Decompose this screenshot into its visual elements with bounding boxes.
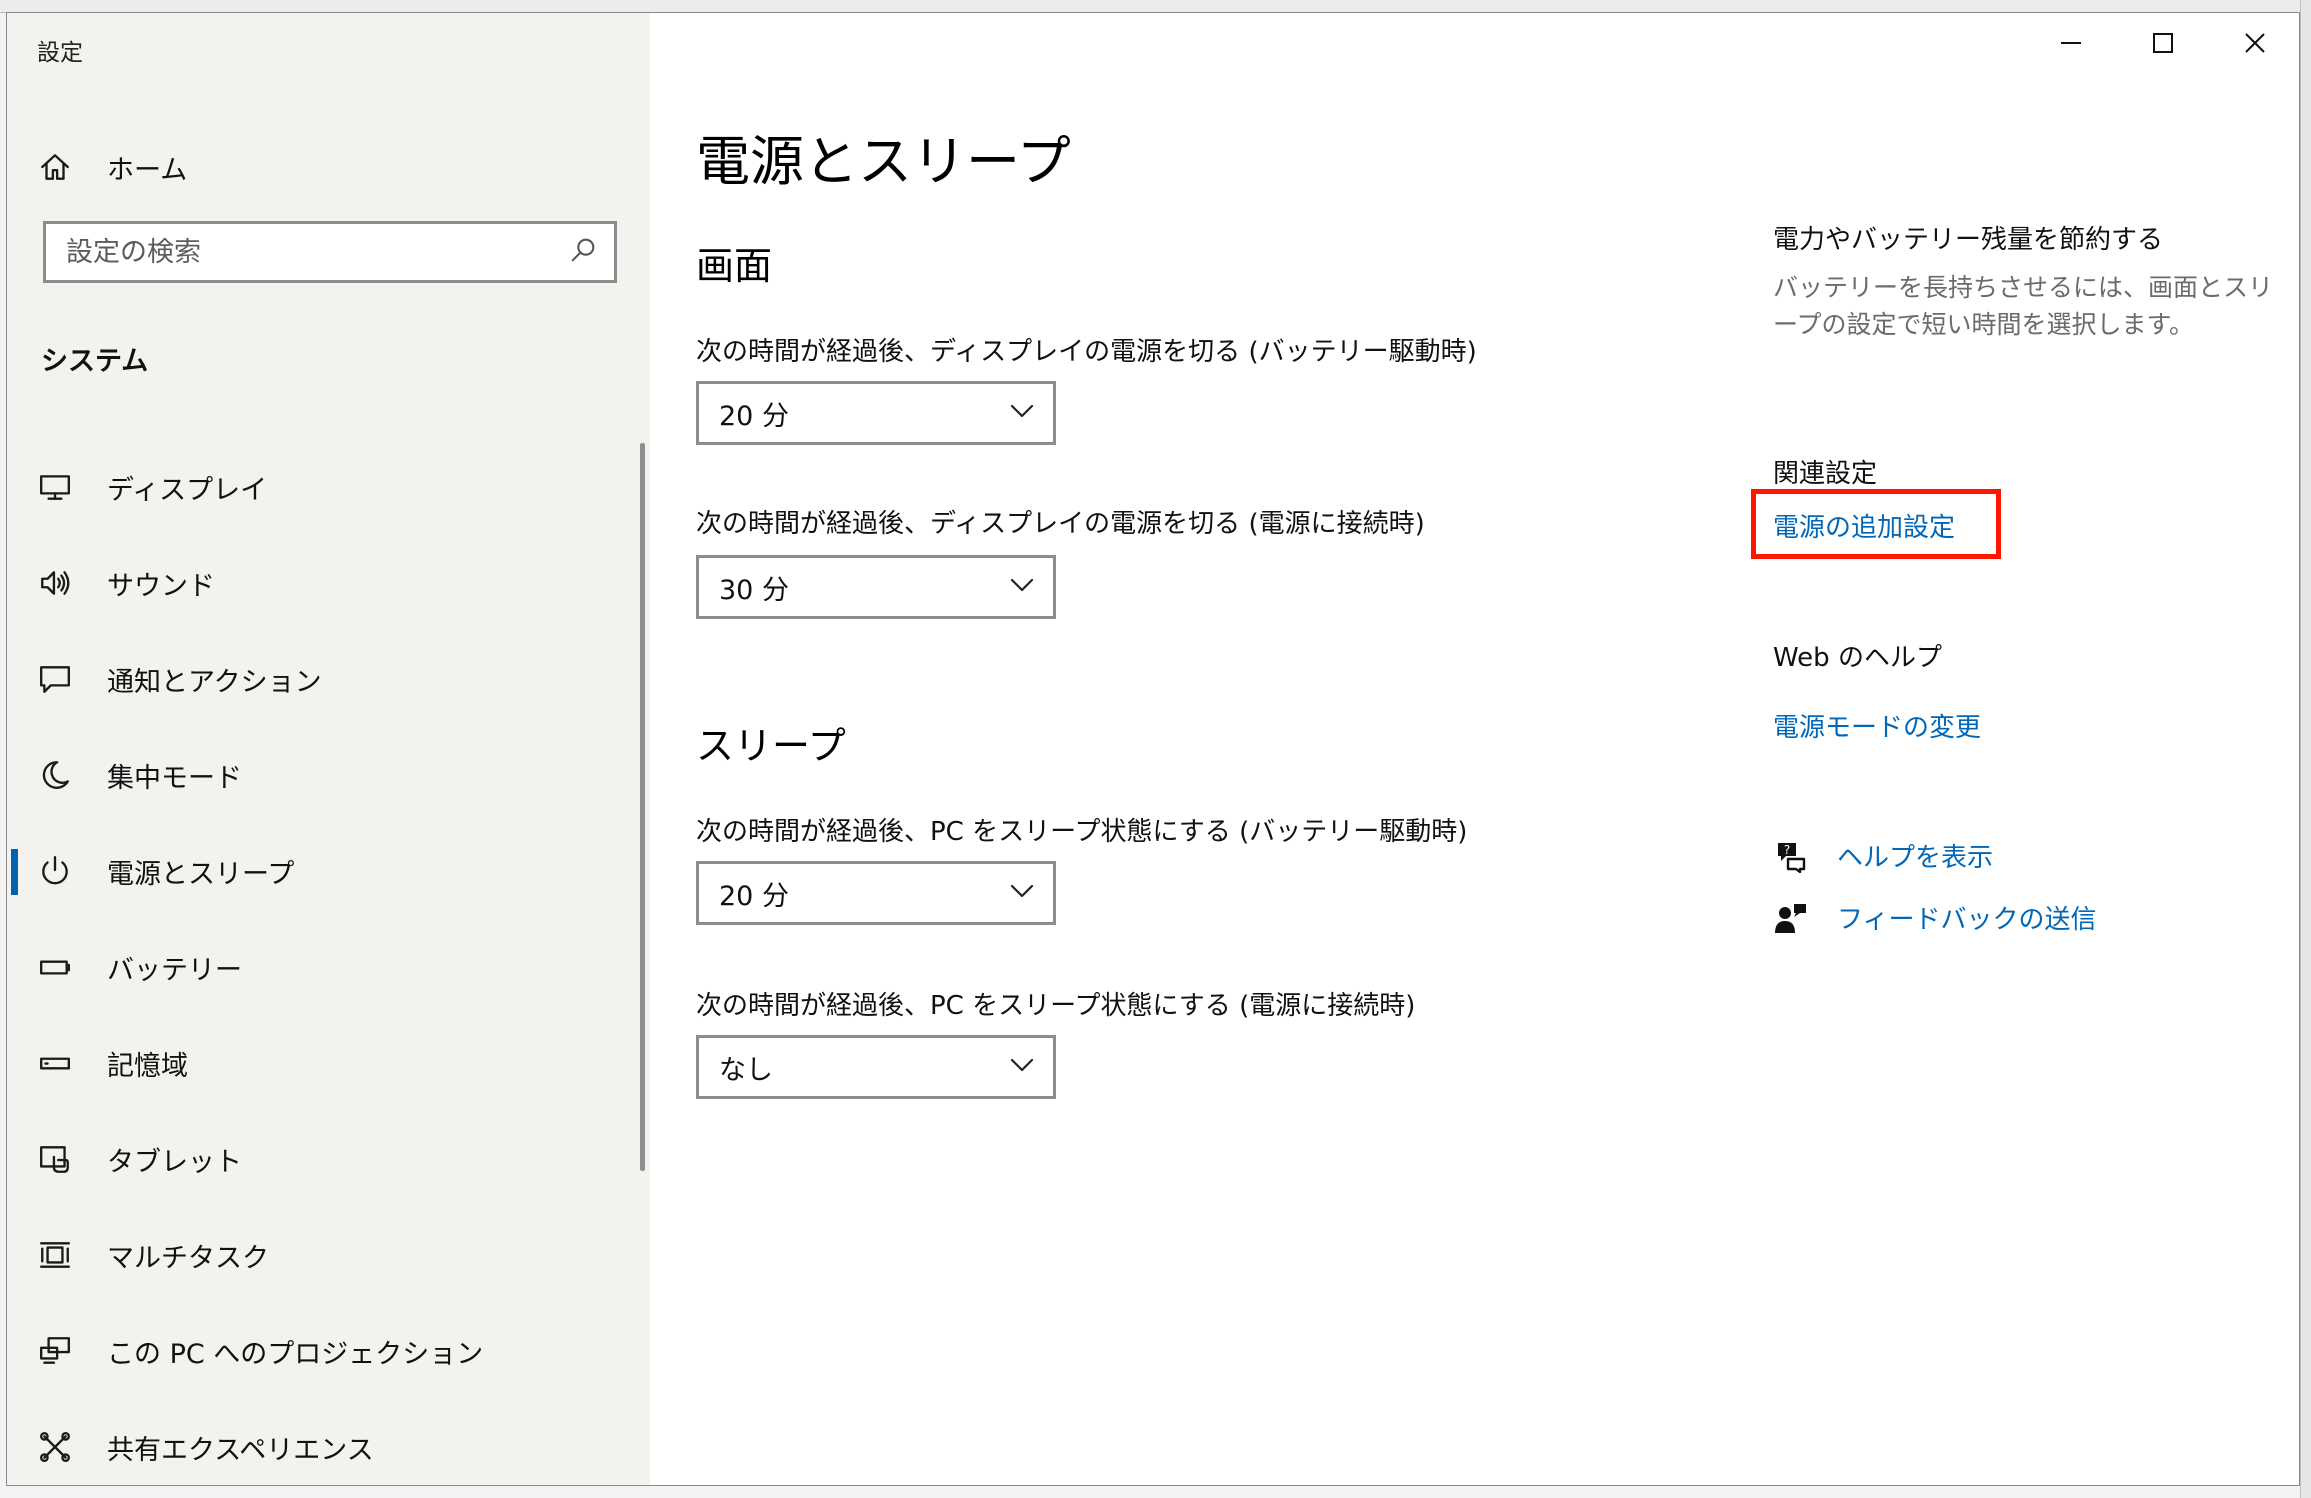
svg-text:?: ? bbox=[1784, 843, 1790, 857]
sidebar-item-label: ホーム bbox=[107, 154, 188, 186]
sidebar-item-storage[interactable]: 記憶域 bbox=[37, 1015, 607, 1111]
dropdown-value: 20 分 bbox=[719, 880, 789, 912]
maximize-button[interactable] bbox=[2117, 13, 2209, 77]
screen-section-title: 画面 bbox=[696, 244, 773, 288]
send-feedback-link[interactable]: フィードバックの送信 bbox=[1837, 899, 2096, 936]
display-icon bbox=[37, 469, 73, 505]
window-controls bbox=[2025, 13, 2299, 77]
speaker-icon bbox=[37, 565, 73, 601]
background-window-edge bbox=[2300, 0, 2311, 1498]
close-button[interactable] bbox=[2209, 13, 2299, 77]
sidebar-item-notifications[interactable]: 通知とアクション bbox=[37, 631, 607, 727]
chevron-down-icon bbox=[1009, 572, 1035, 602]
sleep-section-title: スリープ bbox=[696, 724, 846, 768]
minimize-button[interactable] bbox=[2025, 13, 2117, 77]
sidebar-item-label: この PC へのプロジェクション bbox=[107, 1338, 484, 1370]
sidebar-item-label: 電源とスリープ bbox=[107, 858, 295, 890]
chevron-down-icon bbox=[1009, 398, 1035, 428]
multitask-icon bbox=[37, 1237, 73, 1273]
sidebar-item-power-sleep[interactable]: 電源とスリープ bbox=[11, 823, 607, 919]
screen-battery-label: 次の時間が経過後、ディスプレイの電源を切る (バッテリー駆動時) bbox=[696, 337, 1477, 367]
dropdown-value: 30 分 bbox=[719, 574, 789, 606]
sleep-battery-dropdown[interactable]: 20 分 bbox=[696, 861, 1056, 925]
search-icon[interactable] bbox=[568, 235, 598, 269]
storage-icon bbox=[37, 1045, 73, 1081]
sidebar-scrollbar[interactable] bbox=[640, 443, 645, 1171]
save-power-description: バッテリーを長持ちさせるには、画面とスリープの設定で短い時間を選択します。 bbox=[1773, 273, 2274, 339]
close-icon bbox=[2242, 30, 2268, 60]
dropdown-value: なし bbox=[719, 1054, 773, 1086]
sidebar-item-multitasking[interactable]: マルチタスク bbox=[37, 1207, 607, 1303]
projection-icon bbox=[37, 1333, 73, 1369]
home-icon bbox=[37, 149, 73, 185]
sidebar-item-label: サウンド bbox=[107, 570, 215, 602]
dropdown-value: 20 分 bbox=[719, 400, 789, 432]
moon-icon bbox=[37, 757, 73, 793]
web-help-heading: Web のヘルプ bbox=[1773, 643, 1942, 673]
tablet-icon bbox=[37, 1141, 73, 1177]
chevron-down-icon bbox=[1009, 1052, 1035, 1082]
app-title: 設定 bbox=[37, 40, 83, 66]
highlight-annotation-box bbox=[1751, 489, 2001, 559]
sidebar-item-label: 通知とアクション bbox=[107, 666, 322, 698]
related-settings-heading: 関連設定 bbox=[1773, 459, 1878, 489]
sidebar-item-projection[interactable]: この PC へのプロジェクション bbox=[37, 1303, 607, 1399]
notification-icon bbox=[37, 661, 73, 697]
chevron-down-icon bbox=[1009, 878, 1035, 908]
sidebar-item-label: 記憶域 bbox=[107, 1050, 188, 1082]
sidebar-item-home[interactable]: ホーム bbox=[37, 139, 597, 195]
maximize-icon bbox=[2150, 30, 2176, 60]
sleep-plugged-label: 次の時間が経過後、PC をスリープ状態にする (電源に接続時) bbox=[696, 991, 1416, 1021]
sidebar-nav-list: ディスプレイ サウンド 通知とアクション 集中モード 電源とスリープ バッテリー… bbox=[11, 439, 607, 1485]
sidebar-item-label: 集中モード bbox=[107, 762, 242, 794]
sidebar-item-focus[interactable]: 集中モード bbox=[37, 727, 607, 823]
sidebar-item-label: ディスプレイ bbox=[107, 474, 268, 506]
sidebar-section-label: システム bbox=[41, 346, 149, 377]
sleep-battery-label: 次の時間が経過後、PC をスリープ状態にする (バッテリー駆動時) bbox=[696, 817, 1468, 847]
help-chat-icon: ? bbox=[1773, 838, 1809, 874]
sidebar-item-label: バッテリー bbox=[107, 954, 242, 986]
feedback-person-icon bbox=[1773, 900, 1809, 936]
screen-plugged-dropdown[interactable]: 30 分 bbox=[696, 555, 1056, 619]
send-feedback-row[interactable]: フィードバックの送信 bbox=[1773, 899, 2096, 936]
get-help-link[interactable]: ヘルプを表示 bbox=[1837, 837, 1993, 874]
sidebar-item-shared-experiences[interactable]: 共有エクスペリエンス bbox=[37, 1399, 607, 1485]
sidebar: 設定 ホーム システム ディスプレイ bbox=[7, 13, 650, 1485]
sidebar-item-battery[interactable]: バッテリー bbox=[37, 919, 607, 1015]
search-input[interactable] bbox=[66, 236, 546, 268]
sidebar-item-label: 共有エクスペリエンス bbox=[107, 1434, 374, 1466]
change-power-mode-link[interactable]: 電源モードの変更 bbox=[1773, 707, 1981, 744]
sidebar-item-label: タブレット bbox=[107, 1146, 242, 1178]
sidebar-item-display[interactable]: ディスプレイ bbox=[37, 439, 607, 535]
settings-window: 設定 ホーム システム ディスプレイ bbox=[6, 12, 2300, 1486]
save-power-heading: 電力やバッテリー残量を節約する bbox=[1773, 225, 2164, 255]
get-help-row[interactable]: ? ヘルプを表示 bbox=[1773, 837, 1993, 874]
screen-battery-dropdown[interactable]: 20 分 bbox=[696, 381, 1056, 445]
search-box[interactable] bbox=[43, 221, 617, 283]
battery-icon bbox=[37, 949, 73, 985]
sidebar-item-label: マルチタスク bbox=[107, 1242, 269, 1274]
sidebar-item-tablet[interactable]: タブレット bbox=[37, 1111, 607, 1207]
power-icon bbox=[37, 853, 73, 889]
sleep-plugged-dropdown[interactable]: なし bbox=[696, 1035, 1056, 1099]
sidebar-item-sound[interactable]: サウンド bbox=[37, 535, 607, 631]
page-title: 電源とスリープ bbox=[696, 130, 1071, 193]
share-icon bbox=[37, 1429, 73, 1465]
minimize-icon bbox=[2058, 30, 2084, 60]
screen-plugged-label: 次の時間が経過後、ディスプレイの電源を切る (電源に接続時) bbox=[696, 509, 1425, 539]
main-content: 電源とスリープ 画面 次の時間が経過後、ディスプレイの電源を切る (バッテリー駆… bbox=[650, 13, 2299, 1485]
